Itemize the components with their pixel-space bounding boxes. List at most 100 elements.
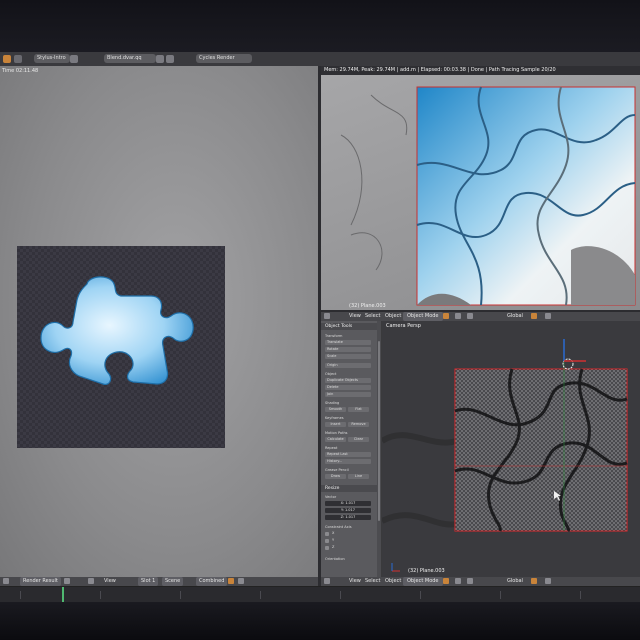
object-menu[interactable]: Object (385, 312, 401, 321)
mode-select[interactable]: Object Mode (403, 577, 443, 586)
render-engine-select[interactable]: Cycles Render (196, 54, 252, 63)
transform-orientation-select[interactable]: Global (507, 312, 523, 321)
wireframe-scene (382, 339, 628, 572)
translate-button[interactable]: Translate (325, 340, 371, 345)
scene-field[interactable]: Blend.dvar.qq (104, 54, 156, 63)
puzzle-piece-render (40, 276, 194, 385)
constraint-x-checkbox[interactable] (325, 532, 329, 536)
view-menu[interactable]: View (104, 577, 116, 586)
editor-type-icon[interactable] (324, 578, 330, 584)
menu-icon[interactable] (14, 55, 22, 63)
image-select[interactable]: Render Result (20, 577, 61, 586)
snap-icon[interactable] (545, 578, 551, 584)
timeline-tick (20, 591, 21, 599)
delete-button[interactable]: Delete (325, 385, 371, 390)
timeline-tick (340, 591, 341, 599)
repeat-last-button[interactable]: Repeat Last (325, 452, 371, 457)
transform-heading: Transform (325, 334, 343, 338)
select-menu[interactable]: Select (365, 312, 380, 321)
image-editor[interactable]: Time 02:11.48 (0, 66, 318, 586)
timeline-tick (580, 591, 581, 599)
blender-window: Stylus-Intro Blend.dvar.qq Cycles Render… (0, 52, 640, 602)
object-label: (32) Plane.003 (349, 303, 386, 309)
rendered-viewport[interactable]: (32) Plane.003 (321, 75, 640, 312)
layer-icon[interactable] (531, 578, 537, 584)
mode-select[interactable]: Object Mode (403, 312, 443, 321)
render-result-canvas[interactable] (17, 246, 225, 448)
motion-paths-heading: Motion Paths (325, 431, 348, 435)
timeline-tick (260, 591, 261, 599)
timeline-tick (420, 591, 421, 599)
orientation-label: Orientation (325, 557, 345, 561)
object-menu[interactable]: Object (385, 577, 401, 586)
editor-type-icon[interactable] (3, 578, 9, 584)
top-menubar: Stylus-Intro Blend.dvar.qq Cycles Render (0, 52, 640, 67)
pivot-icon[interactable] (455, 578, 461, 584)
layer-icon[interactable] (531, 313, 537, 319)
close-icon[interactable] (156, 55, 164, 63)
tool-shelf-scrollbar[interactable] (377, 321, 381, 577)
3d-viewport[interactable]: Camera Persp (32) Plane.003 (382, 321, 640, 577)
constraint-y-label: Y (332, 538, 335, 542)
duplicate-button[interactable]: Duplicate Objects (325, 378, 371, 383)
add-scene-icon[interactable] (166, 55, 174, 63)
timeline-playhead[interactable] (62, 587, 64, 602)
clear-button[interactable]: Clear (348, 437, 369, 442)
scrollbar-thumb[interactable] (378, 341, 380, 521)
viewport-label: Camera Persp (386, 323, 421, 329)
select-menu[interactable]: Select (365, 577, 380, 586)
display-channel-icon[interactable] (228, 578, 234, 584)
transform-orientation-select[interactable]: Global (507, 577, 523, 586)
vector-z-field[interactable]: Z: 1.017 (325, 515, 371, 520)
vector-x-field[interactable]: X: 1.017 (325, 501, 371, 506)
image-options-icon[interactable] (64, 578, 70, 584)
close-image-icon[interactable] (88, 578, 94, 584)
editor-type-icon[interactable] (324, 313, 330, 319)
calculate-button[interactable]: Calculate (325, 437, 346, 442)
vector-y-field[interactable]: Y: 1.017 (325, 508, 371, 513)
timeline-tick (100, 591, 101, 599)
pivot-icon[interactable] (455, 313, 461, 319)
draw-button[interactable]: Draw (325, 474, 346, 479)
layout-field[interactable]: Stylus-Intro (34, 54, 70, 63)
rotate-button[interactable]: Rotate (325, 347, 371, 352)
pass-select[interactable]: Combined (196, 577, 228, 586)
constraint-axis-label: Constraint Axis (325, 525, 352, 529)
repeat-heading: Repeat (325, 446, 338, 450)
shading-heading: Shading (325, 401, 340, 405)
view-menu[interactable]: View (349, 312, 361, 321)
constraint-y-checkbox[interactable] (325, 539, 329, 543)
add-layout-icon[interactable] (70, 55, 78, 63)
timeline-tick (500, 591, 501, 599)
history-button[interactable]: History... (325, 459, 371, 464)
smooth-button[interactable]: Smooth (325, 407, 346, 412)
tool-shelf-title[interactable]: Object Tools (321, 323, 377, 330)
blender-logo-icon[interactable] (3, 55, 11, 63)
monitor-bezel-bottom (0, 602, 640, 640)
resize-operator-title[interactable]: Resize (321, 485, 377, 492)
join-button[interactable]: Join (325, 392, 371, 397)
flat-button[interactable]: Flat (348, 407, 369, 412)
timeline[interactable] (0, 586, 640, 602)
shading-icon[interactable] (443, 578, 449, 584)
manipulator-icon[interactable] (467, 578, 473, 584)
origin-button[interactable]: Origin (325, 363, 371, 368)
object-heading: Object (325, 372, 337, 376)
keyframes-heading: Keyframes (325, 416, 344, 420)
snap-icon[interactable] (545, 313, 551, 319)
timeline-tick (180, 591, 181, 599)
view-menu[interactable]: View (349, 577, 361, 586)
shading-icon[interactable] (443, 313, 449, 319)
remove-button[interactable]: Remove (348, 422, 369, 427)
rendered-scene (340, 86, 636, 306)
scale-button[interactable]: Scale (325, 354, 371, 359)
view3d-header: View Select Object Object Mode Global (321, 312, 640, 321)
display-alpha-icon[interactable] (238, 578, 244, 584)
constraint-z-checkbox[interactable] (325, 546, 329, 550)
manipulator-icon[interactable] (467, 313, 473, 319)
line-button[interactable]: Line (348, 474, 369, 479)
grease-pencil-heading: Grease Pencil (325, 468, 349, 472)
layer-select[interactable]: Scene (162, 577, 184, 586)
slot-select[interactable]: Slot 1 (138, 577, 159, 586)
insert-button[interactable]: Insert (325, 422, 346, 427)
